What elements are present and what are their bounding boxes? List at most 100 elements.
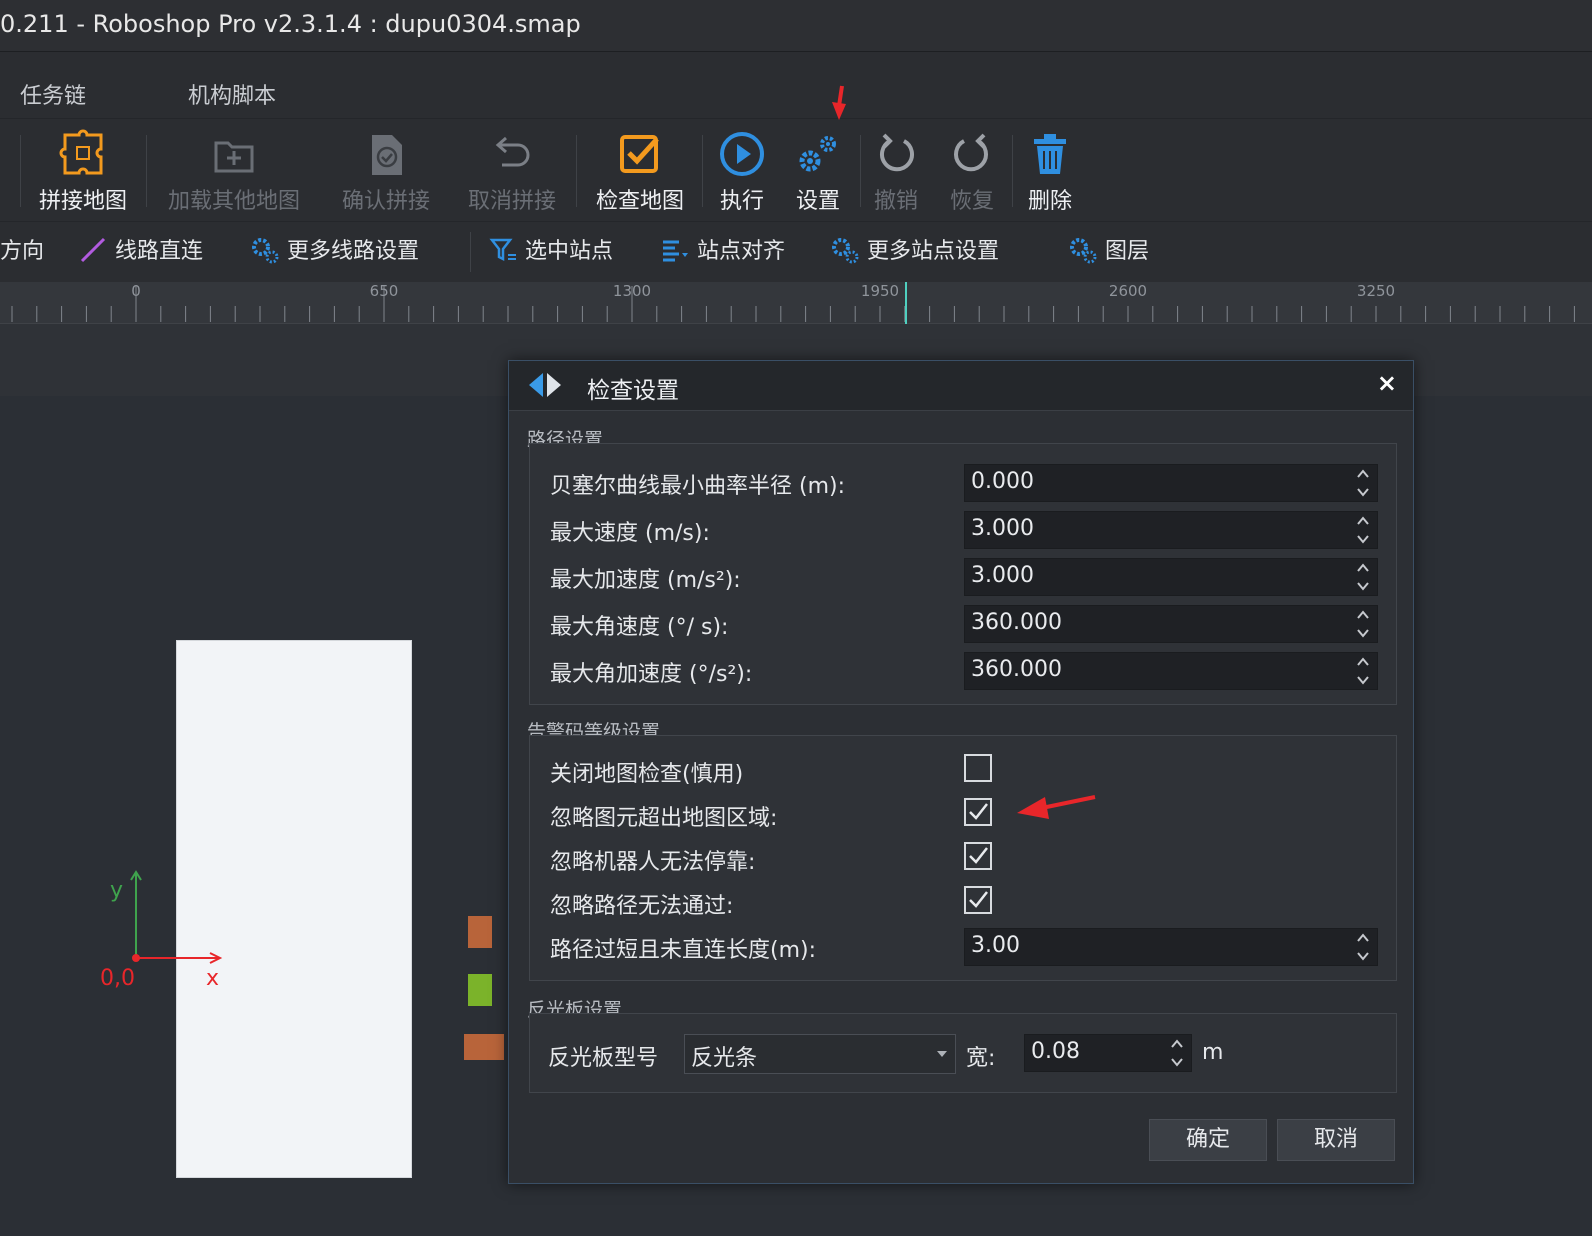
check-settings-dialog: 检查设置 × 路径设置 贝塞尔曲线最小曲率半径 (m): 0.000 最大速度 …	[508, 360, 1414, 1184]
reflector-width-spinbox[interactable]: 0.08	[1024, 1034, 1192, 1072]
station-marker[interactable]	[468, 916, 492, 948]
field-label: 忽略机器人无法停靠:	[550, 850, 756, 875]
max-angular-acceleration-spinbox[interactable]: 360.000	[964, 652, 1378, 690]
field-label: 关闭地图检查(慎用)	[550, 762, 744, 787]
check-map-button[interactable]: 检查地图	[586, 119, 694, 223]
title-bar: 0.211 - Roboshop Pro v2.3.1.4 : dupu0304…	[0, 0, 1592, 52]
line-direct-label: 线路直连	[115, 239, 204, 264]
align-station-label: 站点对齐	[697, 239, 786, 264]
folder-add-icon	[214, 141, 254, 173]
spin-down-icon[interactable]	[1355, 486, 1371, 498]
confirm-stitch-button[interactable]: 确认拼接	[334, 119, 438, 223]
app-logo-icon	[529, 373, 561, 397]
gears-icon	[799, 136, 836, 172]
spin-up-icon[interactable]	[1355, 932, 1371, 944]
spin-down-icon[interactable]	[1355, 627, 1371, 639]
reflector-model-label: 反光板型号	[548, 1046, 659, 1071]
layers-button[interactable]: 图层	[1068, 236, 1149, 268]
play-circle-icon	[720, 132, 764, 176]
cancel-stitch-button[interactable]: 取消拼接	[460, 119, 564, 223]
max-angular-speed-row: 最大角速度 (°/ s): 360.000	[550, 605, 1378, 643]
spin-up-icon[interactable]	[1355, 562, 1371, 574]
spin-down-icon[interactable]	[1355, 533, 1371, 545]
align-station-button[interactable]: 站点对齐	[660, 236, 785, 268]
spinbox-value: 3.000	[971, 516, 1034, 541]
trash-icon	[1034, 134, 1066, 174]
align-icon	[663, 240, 688, 262]
short-path-length-spinbox[interactable]: 3.00	[964, 928, 1378, 966]
check-map-label: 检查地图	[595, 189, 684, 214]
station-marker[interactable]	[464, 1034, 504, 1060]
ok-button[interactable]: 确定	[1149, 1119, 1267, 1161]
reflector-settings-group: 反光板型号 反光条 宽: 0.08 m	[529, 1013, 1397, 1093]
checkmark-icon	[969, 891, 988, 908]
toolbar-separator	[860, 135, 861, 207]
cancel-stitch-label: 取消拼接	[467, 189, 556, 214]
spin-down-icon[interactable]	[1169, 1056, 1185, 1068]
stitch-map-button[interactable]: 拼接地图	[28, 119, 138, 223]
delete-button[interactable]: 删除	[1018, 119, 1082, 223]
line-direct-button[interactable]: 线路直连	[78, 236, 203, 268]
alarm-settings-group: 关闭地图检查(慎用) 忽略图元超出地图区域: 忽略机器人无法停靠: 忽略路径无法…	[529, 735, 1397, 981]
width-unit: m	[1202, 1040, 1224, 1065]
more-line-settings-button[interactable]: 更多线路设置	[250, 236, 419, 268]
short-path-length-row: 路径过短且未直连长度(m): 3.00	[550, 928, 1378, 966]
secondary-toolbar: 方向 线路直连 更多线路设置 选中站点 站点对齐 更多站点设置 图层	[0, 222, 1592, 282]
menu-bar: 任务链 机构脚本	[0, 52, 1592, 118]
cancel-button[interactable]: 取消	[1277, 1119, 1395, 1161]
max-acceleration-spinbox[interactable]: 3.000	[964, 558, 1378, 596]
load-other-map-button[interactable]: 加载其他地图	[158, 119, 310, 223]
max-speed-spinbox[interactable]: 3.000	[964, 511, 1378, 549]
ignore-robot-dock-checkbox[interactable]	[964, 842, 992, 870]
spin-up-icon[interactable]	[1169, 1038, 1185, 1050]
select-station-button[interactable]: 选中站点	[488, 236, 613, 268]
ruler-label: 1950	[861, 282, 899, 300]
more-station-settings-button[interactable]: 更多站点设置	[830, 236, 999, 268]
menu-item-task-chain[interactable]: 任务链	[20, 78, 86, 110]
spin-up-icon[interactable]	[1355, 609, 1371, 621]
select-station-label: 选中站点	[525, 239, 614, 264]
field-label: 路径过短且未直连长度(m):	[550, 938, 817, 963]
undo-button[interactable]: 撤销	[866, 119, 926, 223]
direction-label: 方向	[0, 239, 45, 264]
spin-up-icon[interactable]	[1355, 515, 1371, 527]
execute-button[interactable]: 执行	[710, 119, 774, 223]
spin-up-icon[interactable]	[1355, 656, 1371, 668]
max-angular-speed-spinbox[interactable]: 360.000	[964, 605, 1378, 643]
delete-label: 删除	[1027, 189, 1072, 214]
field-label: 忽略图元超出地图区域:	[550, 806, 778, 831]
menu-item-mechanism-script[interactable]: 机构脚本	[188, 78, 276, 110]
reflector-model-select[interactable]: 反光条	[684, 1034, 956, 1074]
spinbox-value: 3.00	[971, 933, 1020, 958]
spin-down-icon[interactable]	[1355, 950, 1371, 962]
field-label: 最大加速度 (m/s²):	[550, 568, 741, 593]
more-station-settings-label: 更多站点设置	[867, 239, 1000, 264]
bezier-radius-spinbox[interactable]: 0.000	[964, 464, 1378, 502]
undo-arrow-icon	[495, 136, 530, 167]
spin-up-icon[interactable]	[1355, 468, 1371, 480]
toolbar-separator	[470, 232, 471, 272]
ignore-path-blocked-row: 忽略路径无法通过:	[550, 884, 1378, 922]
ignore-path-blocked-checkbox[interactable]	[964, 886, 992, 914]
close-icon[interactable]: ×	[1377, 369, 1397, 397]
stitch-map-label: 拼接地图	[38, 189, 127, 214]
station-marker[interactable]	[468, 974, 492, 1006]
disable-map-check-checkbox[interactable]	[964, 754, 992, 782]
redo-button[interactable]: 恢复	[942, 119, 1002, 223]
spinbox-value: 360.000	[971, 610, 1062, 635]
dialog-header: 检查设置 ×	[509, 361, 1413, 411]
main-toolbar: 拼接地图 加载其他地图 确认拼接 取消拼接 检查地图 执行 设置 撤销 恢复 删…	[0, 118, 1592, 222]
ignore-out-of-area-checkbox[interactable]	[964, 798, 992, 826]
document-check-icon	[372, 135, 402, 175]
line-icon	[80, 237, 106, 263]
field-label: 最大角加速度 (°/s²):	[550, 662, 753, 687]
ruler-label: 650	[370, 282, 399, 300]
reflector-width-label: 宽:	[966, 1046, 996, 1071]
ruler-label: 2600	[1109, 282, 1147, 300]
spin-down-icon[interactable]	[1355, 580, 1371, 592]
spin-down-icon[interactable]	[1355, 674, 1371, 686]
direction-button[interactable]: 方向	[0, 236, 44, 268]
settings-button[interactable]: 设置	[786, 119, 850, 223]
more-line-settings-label: 更多线路设置	[287, 239, 420, 264]
gear-icon	[832, 238, 859, 264]
